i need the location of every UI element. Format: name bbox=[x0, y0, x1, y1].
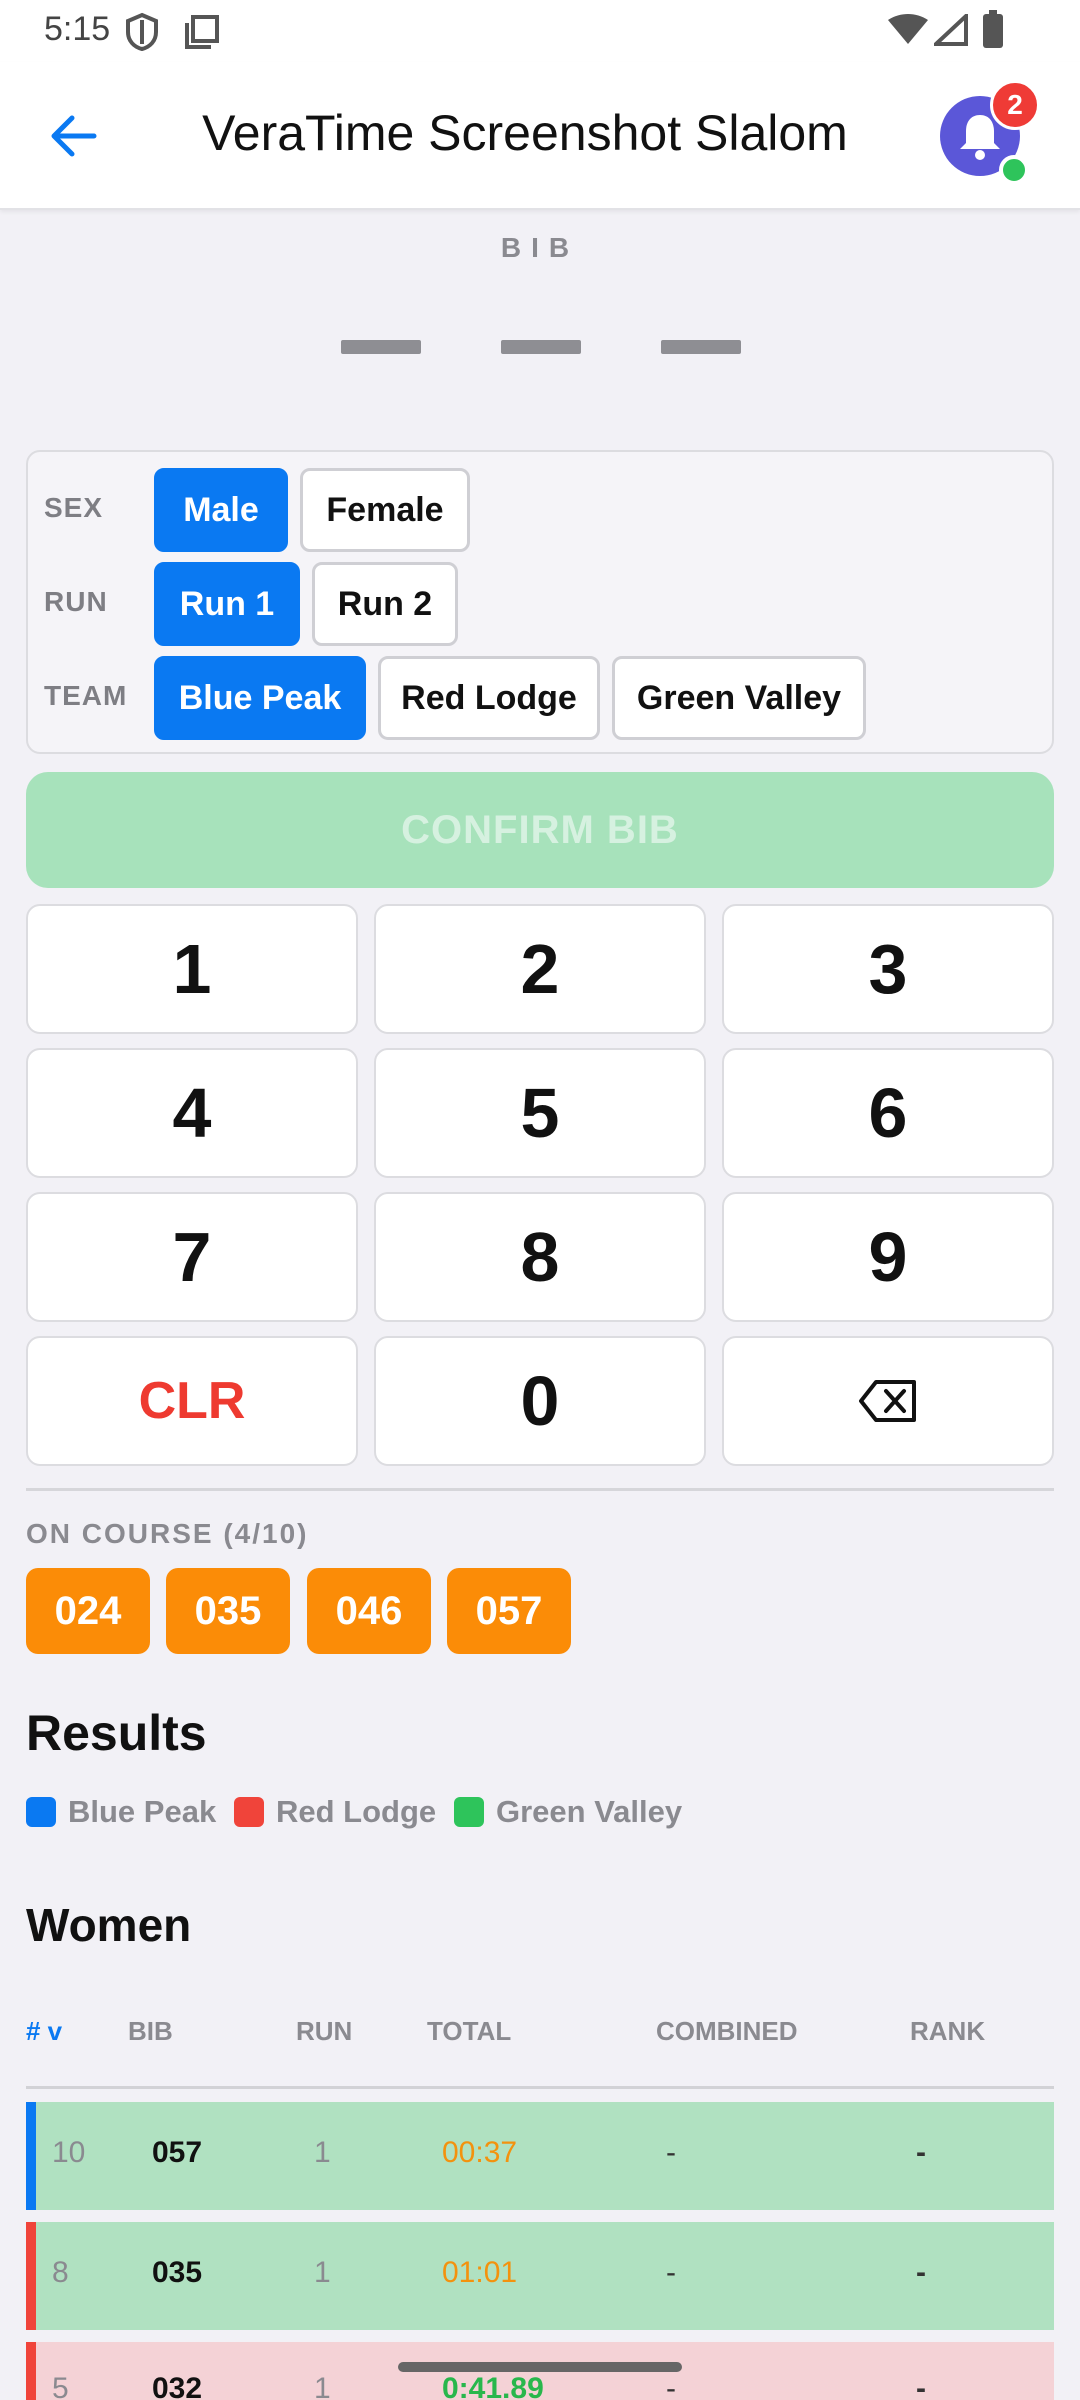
key-3[interactable]: 3 bbox=[722, 904, 1054, 1034]
key-9[interactable]: 9 bbox=[722, 1192, 1054, 1322]
online-status-dot bbox=[999, 155, 1029, 185]
col-header-combined[interactable]: COMBINED bbox=[656, 2016, 798, 2047]
table-row[interactable]: 10 057 1 00:37 - - bbox=[26, 2102, 1054, 2210]
chip-red-lodge[interactable]: Red Lodge bbox=[378, 656, 600, 740]
key-4[interactable]: 4 bbox=[26, 1048, 358, 1178]
legend-label: Red Lodge bbox=[276, 1794, 437, 1829]
bib-label: BIB bbox=[500, 232, 580, 263]
legend-swatch-green bbox=[454, 1797, 484, 1827]
notification-badge: 2 bbox=[990, 80, 1040, 130]
team-color-strip bbox=[26, 2222, 36, 2330]
app-bar: VeraTime Screenshot Slalom bbox=[0, 62, 1080, 210]
cell-number: 8 bbox=[52, 2256, 69, 2289]
cell-number: 5 bbox=[52, 2372, 69, 2400]
cell-number: 10 bbox=[52, 2136, 86, 2169]
bib-display bbox=[0, 340, 1080, 360]
confirm-bib-button[interactable]: CONFIRM BIB bbox=[26, 772, 1054, 888]
chip-male[interactable]: Male bbox=[154, 468, 288, 552]
chip-female[interactable]: Female bbox=[300, 468, 470, 552]
status-time: 5:15 bbox=[44, 10, 111, 48]
col-header-total[interactable]: TOTAL bbox=[427, 2016, 511, 2047]
shield-icon bbox=[126, 12, 158, 52]
cell-bib: 035 bbox=[152, 2256, 203, 2289]
status-bar: 5:15 bbox=[0, 0, 1080, 62]
run-label: RUN bbox=[44, 586, 108, 617]
chip-blue-peak[interactable]: Blue Peak bbox=[154, 656, 366, 740]
key-5[interactable]: 5 bbox=[374, 1048, 706, 1178]
options-panel: SEX Male Female RUN Run 1 Run 2 TEAM Blu… bbox=[26, 450, 1054, 754]
home-indicator[interactable] bbox=[398, 2362, 682, 2372]
back-button[interactable] bbox=[36, 104, 110, 168]
cell-rank: - bbox=[916, 2256, 926, 2289]
on-course-bib[interactable]: 046 bbox=[307, 1568, 431, 1654]
col-header-number-sort[interactable]: # v bbox=[26, 2016, 62, 2047]
cell-run: 1 bbox=[314, 2136, 331, 2169]
cell-total: 01:01 bbox=[442, 2256, 518, 2289]
cell-rank: - bbox=[916, 2136, 926, 2169]
cell-bib: 032 bbox=[152, 2372, 203, 2400]
cell-rank: - bbox=[916, 2372, 926, 2400]
team-color-strip bbox=[26, 2102, 36, 2210]
team-row: TEAM Blue Peak Red Lodge Green Valley bbox=[28, 656, 1052, 740]
col-header-run[interactable]: RUN bbox=[296, 2016, 352, 2047]
cell-run: 1 bbox=[314, 2372, 331, 2400]
arrow-left-icon bbox=[51, 115, 97, 157]
legend-item: Blue Peak bbox=[26, 1794, 216, 1830]
key-backspace[interactable] bbox=[722, 1336, 1054, 1466]
bib-digit-slot-2 bbox=[501, 340, 581, 354]
on-course-bib[interactable]: 024 bbox=[26, 1568, 150, 1654]
screenshot-icon bbox=[185, 15, 219, 49]
chip-run-1[interactable]: Run 1 bbox=[154, 562, 300, 646]
col-header-bib[interactable]: BIB bbox=[128, 2016, 173, 2047]
chip-run-2[interactable]: Run 2 bbox=[312, 562, 458, 646]
on-course-bib[interactable]: 057 bbox=[447, 1568, 571, 1654]
cell-combined: - bbox=[666, 2372, 676, 2400]
cell-combined: - bbox=[666, 2256, 676, 2289]
on-course-bib[interactable]: 035 bbox=[166, 1568, 290, 1654]
battery-icon bbox=[983, 10, 1003, 48]
section-divider bbox=[26, 1488, 1054, 1491]
col-header-rank[interactable]: RANK bbox=[910, 2016, 985, 2047]
legend-label: Green Valley bbox=[496, 1794, 683, 1829]
legend-swatch-blue bbox=[26, 1797, 56, 1827]
table-header-divider bbox=[26, 2086, 1054, 2089]
cell-bib: 057 bbox=[152, 2136, 203, 2169]
legend-swatch-red bbox=[234, 1797, 264, 1827]
key-7[interactable]: 7 bbox=[26, 1192, 358, 1322]
key-0[interactable]: 0 bbox=[374, 1336, 706, 1466]
signal-icon bbox=[934, 14, 968, 46]
run-row: RUN Run 1 Run 2 bbox=[28, 562, 1052, 646]
results-title: Results bbox=[26, 1705, 207, 1761]
women-section-title: Women bbox=[26, 1899, 192, 1951]
sex-row: SEX Male Female bbox=[28, 468, 1052, 552]
table-row[interactable]: 8 035 1 01:01 - - bbox=[26, 2222, 1054, 2330]
key-1[interactable]: 1 bbox=[26, 904, 358, 1034]
sex-label: SEX bbox=[44, 492, 104, 523]
wifi-icon bbox=[888, 14, 928, 44]
key-6[interactable]: 6 bbox=[722, 1048, 1054, 1178]
cell-combined: - bbox=[666, 2136, 676, 2169]
legend-label: Blue Peak bbox=[68, 1794, 217, 1829]
legend-item: Red Lodge bbox=[234, 1794, 436, 1830]
page-title: VeraTime Screenshot Slalom bbox=[202, 105, 848, 161]
cell-total: 0:41.89 bbox=[442, 2372, 544, 2400]
legend-item: Green Valley bbox=[454, 1794, 682, 1830]
team-color-strip bbox=[26, 2342, 36, 2400]
key-2[interactable]: 2 bbox=[374, 904, 706, 1034]
bib-digit-slot-3 bbox=[661, 340, 741, 354]
on-course-label: ON COURSE (4/10) bbox=[26, 1518, 309, 1549]
team-label: TEAM bbox=[44, 680, 128, 711]
cell-run: 1 bbox=[314, 2256, 331, 2289]
chip-green-valley[interactable]: Green Valley bbox=[612, 656, 866, 740]
bib-digit-slot-1 bbox=[341, 340, 421, 354]
cell-total: 00:37 bbox=[442, 2136, 518, 2169]
backspace-icon bbox=[859, 1380, 916, 1422]
key-8[interactable]: 8 bbox=[374, 1192, 706, 1322]
key-clear[interactable]: CLR bbox=[26, 1336, 358, 1466]
